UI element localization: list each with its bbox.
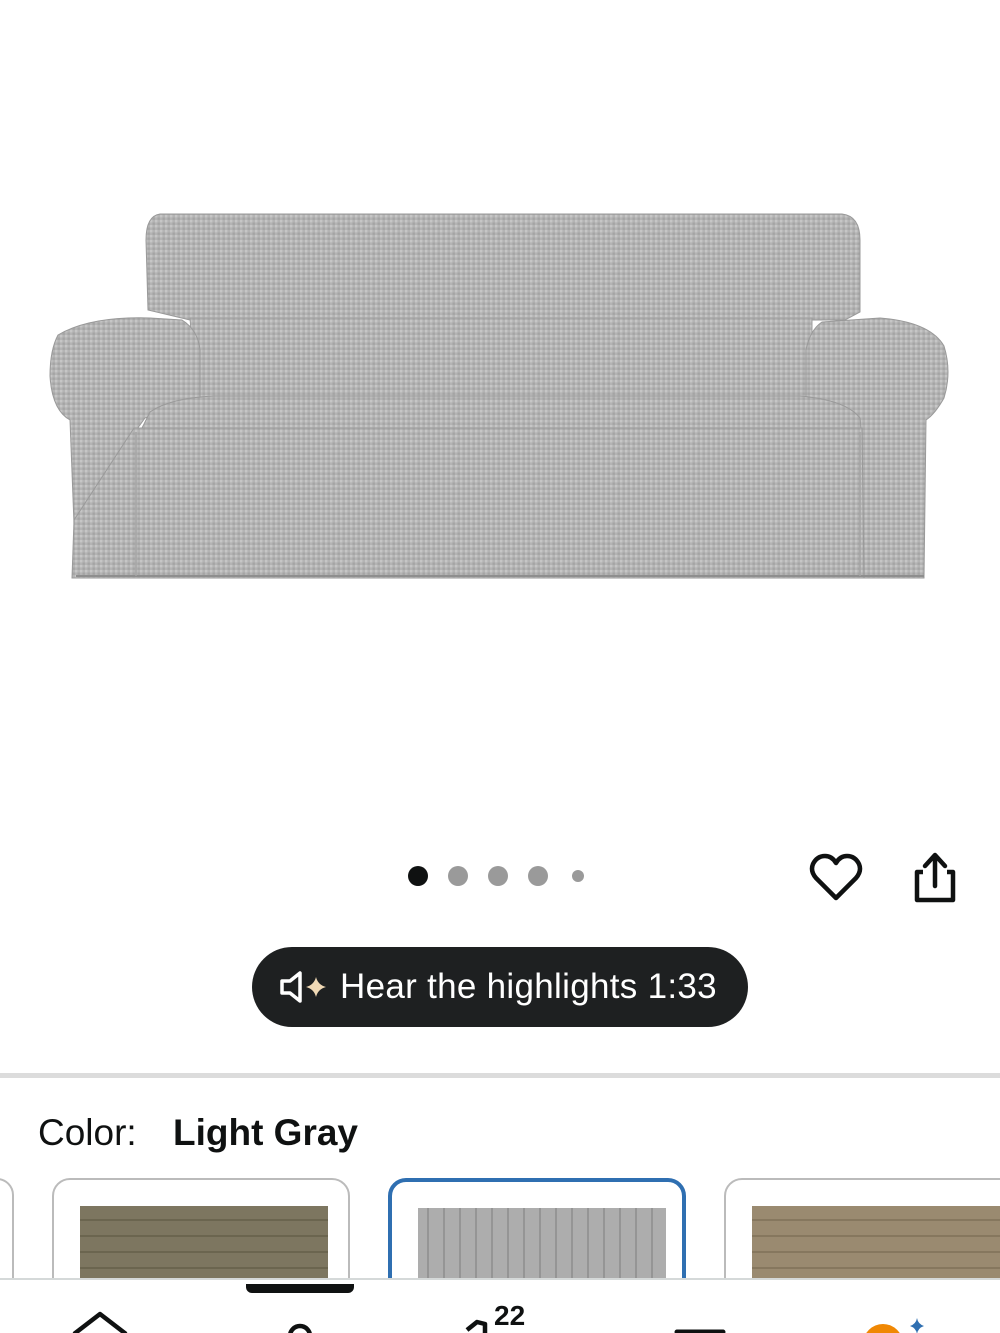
hear-highlights-button[interactable]: Hear the highlights 1:33 — [252, 947, 748, 1027]
pager-dot-4[interactable] — [528, 866, 548, 886]
color-selection: Color: Light Gray — [38, 1112, 358, 1154]
rufus-icon — [866, 1318, 924, 1333]
swatch-fabric-light-gray — [418, 1208, 666, 1288]
share-button[interactable] — [908, 850, 962, 906]
menu-icon — [674, 1329, 726, 1333]
sofa-image — [49, 213, 949, 579]
speaker-sparkle-icon — [280, 971, 326, 1003]
section-divider — [0, 1073, 1000, 1078]
nav-home[interactable] — [58, 1290, 148, 1333]
pager-dot-5[interactable] — [572, 870, 584, 882]
color-label: Color: — [38, 1112, 137, 1153]
swatch-fabric-taupe — [752, 1206, 1000, 1286]
hear-highlights-label: Hear the highlights 1:33 — [340, 967, 717, 1006]
color-value: Light Gray — [172, 1112, 359, 1153]
home-icon — [72, 1311, 128, 1333]
wishlist-button[interactable] — [808, 851, 864, 907]
share-icon — [914, 852, 956, 903]
profile-icon — [288, 1323, 312, 1333]
pager-dot-3[interactable] — [488, 866, 508, 886]
pager-dot-2[interactable] — [448, 866, 468, 886]
swatch-fabric-olive — [80, 1206, 328, 1286]
cart-count-badge: 22 — [494, 1300, 526, 1331]
nav-rufus[interactable] — [855, 1290, 945, 1333]
product-image[interactable] — [0, 0, 1000, 840]
nav-menu[interactable] — [655, 1290, 745, 1333]
heart-icon — [809, 853, 863, 901]
pager-dot-1[interactable] — [408, 866, 428, 886]
nav-profile[interactable] — [255, 1290, 345, 1333]
image-pager[interactable] — [408, 866, 604, 886]
